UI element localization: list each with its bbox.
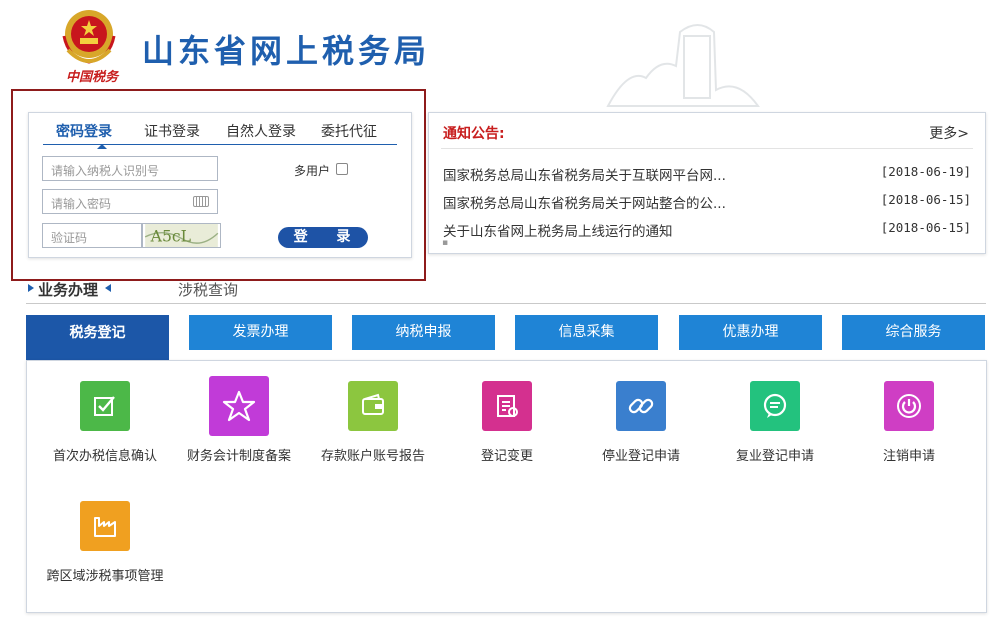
service-label: 复业登记申请 xyxy=(735,449,814,464)
service-label: 首次办税信息确认 xyxy=(52,449,157,464)
notice-item-date: [2018-06-15] xyxy=(880,192,971,207)
notice-title: 通知公告: xyxy=(443,126,505,142)
captcha-image[interactable]: A5cL xyxy=(142,223,221,248)
keyboard-icon[interactable] xyxy=(193,196,209,207)
captcha-input[interactable]: 验证码 xyxy=(42,223,142,248)
notice-item-title[interactable]: 关于山东省网上税务局上线运行的通知 xyxy=(443,220,673,240)
site-title: 山东省网上税务局 xyxy=(142,32,431,70)
service-label: 登记变更 xyxy=(480,449,533,464)
notice-divider xyxy=(441,148,973,149)
tab-entrusted-collection[interactable]: 委托代征 xyxy=(321,121,377,141)
service-label: 注销申请 xyxy=(882,449,935,464)
factory-icon xyxy=(80,501,130,551)
service-label: 停业登记申请 xyxy=(601,449,680,464)
password-placeholder: 请输入密码 xyxy=(51,197,112,211)
triangle-right-icon xyxy=(28,284,34,292)
service-label: 存款账户账号报告 xyxy=(320,449,425,464)
notice-item-title[interactable]: 国家税务总局山东省税务局关于互联网平台网... xyxy=(443,164,726,184)
category-preferential[interactable]: 优惠办理 xyxy=(679,315,822,350)
tab-business-handling[interactable]: 业务办理 xyxy=(38,279,98,300)
notice-item-title[interactable]: 国家税务总局山东省税务局关于网站整合的公... xyxy=(443,192,726,212)
tab-natural-person-login[interactable]: 自然人登录 xyxy=(226,121,296,141)
category-info-collection[interactable]: 信息采集 xyxy=(515,315,658,350)
service-label: 财务会计制度备案 xyxy=(186,449,291,464)
service-panel: 首次办税信息确认 财务会计制度备案 存款账户账号报告 登记变更 停业登记申请 复… xyxy=(26,360,987,613)
document-change-icon xyxy=(482,381,532,431)
category-invoice[interactable]: 发票办理 xyxy=(189,315,332,350)
login-tab-bar: 密码登录 证书登录 自然人登录 委托代征 xyxy=(43,121,397,149)
service-first-tax-confirm[interactable]: 首次办税信息确认 xyxy=(43,381,167,467)
login-panel: 密码登录 证书登录 自然人登录 委托代征 请输入纳税人识别号 请输入密码 验证码… xyxy=(28,112,412,258)
notice-item: 关于山东省网上税务局上线运行的通知 [2018-06-15] xyxy=(443,220,973,240)
service-cross-region-management[interactable]: 跨区域涉税事项管理 xyxy=(43,501,167,587)
notice-more-link[interactable]: 更多> xyxy=(929,123,969,143)
service-resumption-application[interactable]: 复业登记申请 xyxy=(713,381,837,467)
stray-dot: ▪ xyxy=(442,238,449,248)
password-input[interactable]: 请输入密码 xyxy=(42,189,218,214)
captcha-text: A5cL xyxy=(150,226,191,245)
service-bank-account-report[interactable]: 存款账户账号报告 xyxy=(311,381,435,467)
service-accounting-filing[interactable]: 财务会计制度备案 xyxy=(177,376,301,467)
brand-slogan: 中国税务 xyxy=(65,70,118,85)
notice-item: 国家税务总局山东省税务局关于互联网平台网... [2018-06-19] xyxy=(443,164,973,184)
section-tab-bar: 业务办理 涉税查询 xyxy=(26,276,986,304)
category-tax-registration[interactable]: 税务登记 xyxy=(26,315,169,361)
notice-item-date: [2018-06-19] xyxy=(880,164,971,179)
triangle-left-icon xyxy=(105,284,111,292)
taxpayer-id-input[interactable]: 请输入纳税人识别号 xyxy=(42,156,218,181)
multi-user-label: 多用户 xyxy=(294,164,331,178)
service-registration-change[interactable]: 登记变更 xyxy=(445,381,569,467)
category-tax-declaration[interactable]: 纳税申报 xyxy=(352,315,495,350)
wallet-icon xyxy=(348,381,398,431)
star-icon xyxy=(209,376,269,436)
multi-user-checkbox[interactable] xyxy=(336,163,348,175)
tab-certificate-login[interactable]: 证书登录 xyxy=(144,121,200,141)
tab-tax-inquiry[interactable]: 涉税查询 xyxy=(178,279,238,300)
checkbox-edit-icon xyxy=(80,381,130,431)
category-general-service[interactable]: 综合服务 xyxy=(842,315,985,350)
notice-item: 国家税务总局山东省税务局关于网站整合的公... [2018-06-15] xyxy=(443,192,973,212)
service-cancellation-application[interactable]: 注销申请 xyxy=(847,381,971,467)
power-icon xyxy=(884,381,934,431)
link-icon xyxy=(616,381,666,431)
service-label: 跨区域涉税事项管理 xyxy=(46,569,164,584)
active-tab-caret-icon xyxy=(97,144,107,149)
tab-password-login[interactable]: 密码登录 xyxy=(56,121,112,141)
monument-watermark xyxy=(606,24,760,107)
notice-item-date: [2018-06-15] xyxy=(880,220,971,235)
login-button[interactable]: 登 录 xyxy=(278,227,368,248)
notice-panel: 通知公告: 更多> 国家税务总局山东省税务局关于互联网平台网... [2018-… xyxy=(428,112,986,254)
chat-icon xyxy=(750,381,800,431)
service-suspension-application[interactable]: 停业登记申请 xyxy=(579,381,703,467)
